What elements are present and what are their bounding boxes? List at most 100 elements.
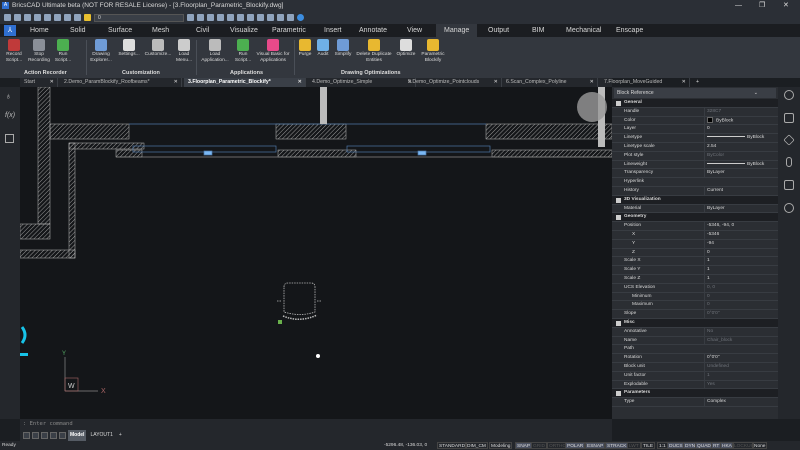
doc-tab[interactable]: 2.Demo_ParamBlockify_Roofbeams* ✕ (60, 78, 182, 87)
ribbon-tab-parametric[interactable]: Parametric (272, 24, 306, 37)
open-icon[interactable] (14, 14, 21, 21)
help-icon[interactable] (297, 14, 304, 21)
property-value[interactable]: 0°0'0" (704, 354, 720, 363)
ribbon-tab-surface[interactable]: Surface (108, 24, 132, 37)
command-input[interactable]: : Enter command (23, 421, 73, 427)
status-toggle-dim-cm[interactable]: DIM_CM (465, 442, 488, 449)
ribbon-button-run-script[interactable]: Run Script... (232, 39, 254, 64)
ribbon-tab-mechanical[interactable]: Mechanical (566, 24, 601, 37)
property-value[interactable]: 328C7 (704, 107, 721, 117)
tool-icon[interactable] (197, 14, 204, 21)
print-preview-icon[interactable] (44, 14, 51, 21)
property-value[interactable]: No (704, 327, 713, 337)
save-as-icon[interactable] (34, 14, 41, 21)
tool-icon[interactable] (257, 14, 264, 21)
ribbon-button-load-application[interactable]: Load Application... (198, 39, 232, 64)
ribbon-button-settings[interactable]: Settings... (117, 39, 141, 58)
tool-icon[interactable] (187, 14, 194, 21)
next-layout-button[interactable] (41, 432, 48, 439)
doc-tab[interactable]: 6.Scan_Complex_Polyline ✕ (502, 78, 598, 87)
close-tab-icon[interactable]: ✕ (494, 78, 498, 87)
status-toggle-modeling[interactable]: Modeling (489, 442, 513, 449)
property-value[interactable]: ByBlock (704, 160, 764, 170)
property-value[interactable]: 0 (704, 248, 710, 258)
status-toggle-none[interactable]: None (752, 442, 768, 449)
property-category[interactable]: Misc (612, 318, 778, 328)
property-value[interactable]: -5346, -94, 0 (704, 222, 734, 231)
tool-icon[interactable] (287, 14, 294, 21)
ribbon-tab-annotate[interactable]: Annotate (359, 24, 387, 37)
new-icon[interactable] (4, 14, 11, 21)
status-toggle-esnap[interactable]: ESNAP (585, 442, 606, 449)
property-category[interactable]: General (612, 99, 778, 108)
property-value[interactable]: Yes (704, 380, 715, 390)
property-value[interactable]: Complex (704, 398, 726, 407)
status-toggle-lwt[interactable]: LWT (627, 442, 641, 449)
property-value[interactable]: 2.54 (704, 142, 716, 152)
status-toggle-ducs[interactable]: DUCS (667, 442, 685, 449)
property-value[interactable]: -5346 (704, 230, 719, 240)
property-value[interactable]: 1 (704, 371, 710, 381)
layout-tab-model[interactable]: Model (68, 430, 87, 441)
ribbon-button-stop-recording[interactable]: Stop Recording (28, 39, 50, 64)
layout-tab-layout1[interactable]: LAYOUT1 (88, 430, 114, 441)
last-layout-button[interactable] (50, 432, 57, 439)
app-menu-button[interactable]: ⅄ (4, 25, 16, 36)
property-value[interactable]: 1 (704, 274, 710, 284)
ribbon-button-simplify[interactable]: Simplify (332, 39, 354, 58)
doc-tab[interactable]: 4.Demo_Optimize_Simple ✕ (308, 78, 416, 87)
add-tab-button[interactable]: + (696, 78, 699, 87)
close-tab-icon[interactable]: ✕ (682, 78, 686, 87)
status-toggle-lockui[interactable]: LOCKUI (732, 442, 754, 449)
tool-icon[interactable] (237, 14, 244, 21)
ribbon-tab-solid[interactable]: Solid (70, 24, 86, 37)
ribbon-tab-home[interactable]: Home (30, 24, 49, 37)
property-value[interactable]: 0 (704, 292, 710, 302)
selection-dropdown[interactable]: Block Reference ⌄ (614, 88, 790, 98)
status-toggle-grid[interactable]: GRID (531, 442, 547, 449)
structure-icon[interactable] (5, 134, 14, 143)
close-tab-icon[interactable]: ✕ (590, 78, 594, 87)
collapse-icon[interactable] (616, 320, 621, 326)
restore-button[interactable]: ❐ (759, 0, 765, 11)
ribbon-button-drawing-explorer[interactable]: Drawing Explorer... (88, 39, 114, 64)
layers-icon[interactable] (783, 134, 795, 146)
redo-icon[interactable] (74, 14, 81, 21)
drawing-canvas[interactable]: Y X W (20, 87, 612, 419)
close-tab-icon[interactable]: ✕ (174, 78, 178, 87)
property-value[interactable]: ByBlock (704, 116, 733, 126)
layer-light-icon[interactable] (84, 14, 91, 21)
property-value[interactable]: ByLayer (704, 169, 725, 179)
collapse-icon[interactable] (616, 215, 621, 221)
ribbon-button-parametric-blockify[interactable]: Parametric Blockify (418, 39, 448, 64)
properties-icon[interactable] (784, 113, 794, 123)
property-value[interactable]: 0°0'0" (704, 310, 720, 319)
status-toggle-strack[interactable]: STRACK (605, 442, 629, 449)
property-value[interactable]: Chair_block (704, 336, 732, 346)
bulb-icon[interactable]: ♁ (5, 91, 12, 101)
ribbon-tab-insert[interactable]: Insert (324, 24, 342, 37)
ribbon-button-customize[interactable]: Customize... (143, 39, 173, 58)
property-value[interactable]: -94 (704, 239, 714, 249)
ribbon-button-visual-basic-for-applications[interactable]: Visual Basic for Applications (254, 39, 292, 64)
status-toggle-standard[interactable]: STANDARD (437, 442, 468, 449)
layer-select[interactable]: 0 (94, 13, 184, 22)
property-value[interactable]: Undefined (704, 362, 729, 372)
collapse-icon[interactable] (616, 391, 621, 397)
ribbon-button-record-script[interactable]: Record Script... (4, 39, 24, 64)
close-button[interactable]: ✕ (783, 0, 789, 11)
tool-icon[interactable] (207, 14, 214, 21)
status-toggle-polar[interactable]: POLAR (565, 442, 586, 449)
bulb-icon[interactable] (784, 90, 794, 100)
hatch-icon[interactable] (784, 180, 794, 190)
add-layout-button[interactable]: + (117, 430, 124, 441)
property-value[interactable]: 0 (704, 125, 710, 135)
minimize-button[interactable]: — (735, 0, 742, 11)
ribbon-button-run-script[interactable]: Run Script... (52, 39, 74, 64)
tool-icon[interactable] (227, 14, 234, 21)
property-value[interactable]: 1 (704, 266, 710, 275)
doc-tab[interactable]: Start ✕ (20, 78, 58, 87)
property-category[interactable]: Geometry (612, 213, 778, 223)
tool-icon[interactable] (247, 14, 254, 21)
attachment-icon[interactable] (786, 157, 792, 167)
